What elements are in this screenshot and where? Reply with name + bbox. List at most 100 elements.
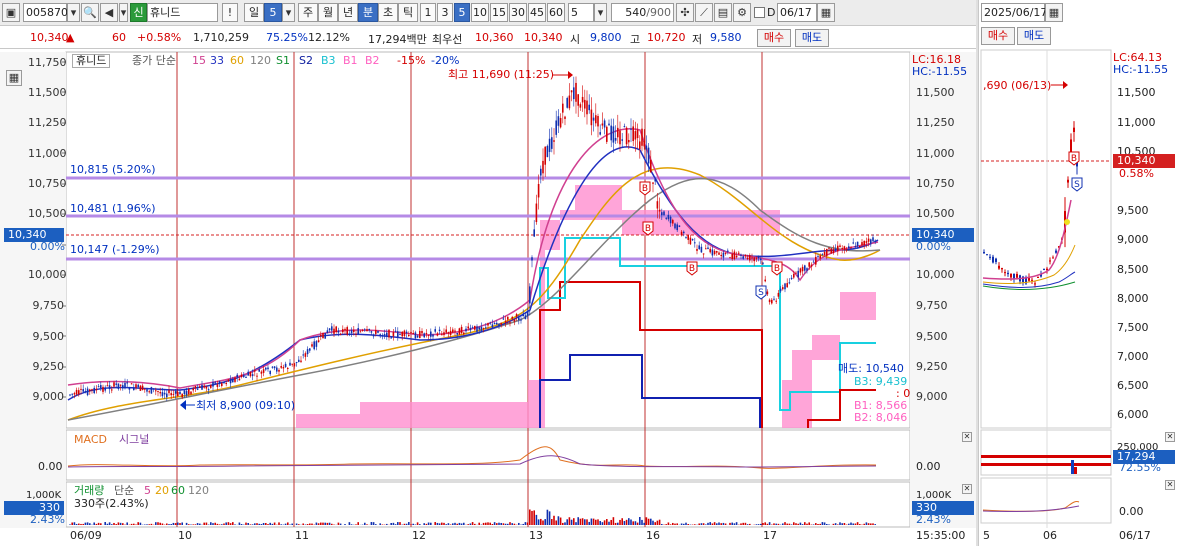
volume-bar (837, 524, 839, 525)
candle-body (775, 300, 777, 302)
candle-body (806, 268, 808, 271)
candle-body (386, 332, 388, 337)
minute-select-dropdown-icon[interactable]: ▾ (594, 3, 607, 22)
stock-code-input[interactable]: 005870 (23, 3, 68, 22)
close-volume-icon[interactable]: ✕ (962, 484, 972, 494)
minute-1-button[interactable]: 1 (420, 3, 436, 22)
minute-3-button[interactable]: 3 (437, 3, 453, 22)
crosshair-icon[interactable]: ✣ (676, 3, 694, 22)
candle-body (502, 318, 505, 320)
minute-select[interactable]: 5 (568, 3, 594, 22)
b2-value-label: B2: 8,046 (854, 411, 908, 424)
candle-body (126, 382, 128, 384)
code-dropdown-icon[interactable]: ▾ (67, 3, 80, 22)
candle-body (850, 247, 852, 249)
volume-bar (106, 523, 109, 525)
layout-icon[interactable]: ▣ (2, 3, 20, 22)
candle-body (870, 239, 872, 244)
candle-body (628, 139, 630, 143)
period-second-button[interactable]: 초 (378, 3, 398, 22)
period-tick-button[interactable]: 틱 (398, 3, 418, 22)
price-tick-right: 10,000 (916, 268, 955, 281)
candle-body (331, 326, 333, 331)
candle-body (243, 374, 245, 377)
right-close-volume-icon[interactable]: ✕ (1165, 432, 1175, 442)
close-macd-icon[interactable]: ✕ (962, 432, 972, 442)
minute-10-button[interactable]: 10 (471, 3, 489, 22)
candle-body (168, 390, 170, 394)
sound-icon[interactable]: ◀ (100, 3, 118, 22)
volume-bar (617, 522, 619, 525)
right-price-tick: 11,000 (1117, 116, 1156, 129)
warning-badge[interactable]: ! (222, 3, 238, 22)
minute-45-button[interactable]: 45 (528, 3, 546, 22)
minute-5-button[interactable]: 5 (454, 3, 470, 22)
candle-body (852, 242, 854, 244)
candle-body (256, 375, 258, 377)
candle-body (599, 132, 601, 135)
period-minute-button[interactable]: 분 (358, 3, 378, 22)
volume-bar (478, 522, 480, 525)
d-checkbox[interactable] (754, 7, 765, 18)
volume-bar (729, 522, 731, 525)
grid-icon[interactable]: ▦ (6, 70, 22, 86)
sell-button[interactable]: 매도 (795, 29, 829, 47)
volume-bar (295, 523, 298, 525)
candle-body (793, 273, 795, 278)
period-year-button[interactable]: 년 (338, 3, 358, 22)
candle-body (606, 126, 608, 142)
period-dropdown-icon[interactable]: ▾ (282, 3, 295, 22)
daily-candle-body (1049, 260, 1051, 262)
line-tool-icon[interactable]: ⟋ (695, 3, 713, 22)
volume-bar (826, 523, 828, 525)
volume-bar (498, 522, 500, 525)
volume-bar (793, 522, 795, 525)
candle-body (485, 327, 487, 329)
candle-body (529, 286, 531, 304)
candle-body (643, 140, 645, 147)
minute-60-button[interactable]: 60 (547, 3, 565, 22)
daily-chart-panel[interactable]: 2025/06/17 ▦ 매수 매도 B S ,690 (06/13) LC:6… (978, 0, 1178, 546)
volume-bar (540, 518, 542, 525)
candle-body (603, 120, 606, 128)
period-day-button[interactable]: 일 (244, 3, 264, 22)
gear-icon[interactable]: ⚙ (733, 3, 751, 22)
minute-30-button[interactable]: 30 (509, 3, 527, 22)
volume-bar (137, 522, 139, 525)
legend-stock-name[interactable]: 휴니드 (72, 54, 111, 68)
volume-bar (623, 521, 626, 525)
buy-button[interactable]: 매수 (757, 29, 791, 47)
volume-bar (716, 523, 718, 525)
volume-bar (258, 523, 260, 525)
chart-canvas[interactable]: B B B B S (0, 50, 976, 546)
main-chart[interactable]: B B B B S ▦ 11,750 11,500 11,250 11,000 … (0, 50, 976, 546)
volume-bar (328, 522, 331, 525)
save-icon[interactable]: ▤ (714, 3, 732, 22)
daily-candle-body (992, 256, 994, 263)
candle-body (808, 262, 810, 267)
candle-body (595, 115, 597, 124)
sound-dropdown-icon[interactable]: ▾ (119, 3, 128, 22)
count-field[interactable]: 540/900 (611, 3, 674, 22)
candle-body (122, 385, 124, 389)
search-icon[interactable]: 🔍 (81, 3, 99, 22)
right-close-macd-icon[interactable]: ✕ (1165, 480, 1175, 490)
period-multiplier-button[interactable]: 5 (264, 3, 282, 22)
minute-15-button[interactable]: 15 (490, 3, 508, 22)
date-field[interactable]: 06/17 (777, 3, 817, 22)
volume-bar (157, 522, 159, 525)
calendar-icon[interactable]: ▦ (817, 3, 835, 22)
period-week-button[interactable]: 주 (298, 3, 318, 22)
volume-bar (196, 523, 199, 525)
volume-bar (588, 521, 590, 525)
candle-body (124, 382, 126, 389)
volume-bar (350, 524, 353, 525)
candle-body (102, 386, 104, 392)
candle-body (172, 393, 175, 395)
period-month-button[interactable]: 월 (318, 3, 338, 22)
stock-name-field[interactable]: 휴니드 (147, 3, 218, 22)
candle-body (232, 378, 234, 383)
candle-body (225, 383, 227, 385)
volume-bar (537, 519, 540, 525)
daily-candle-body (1010, 273, 1012, 278)
